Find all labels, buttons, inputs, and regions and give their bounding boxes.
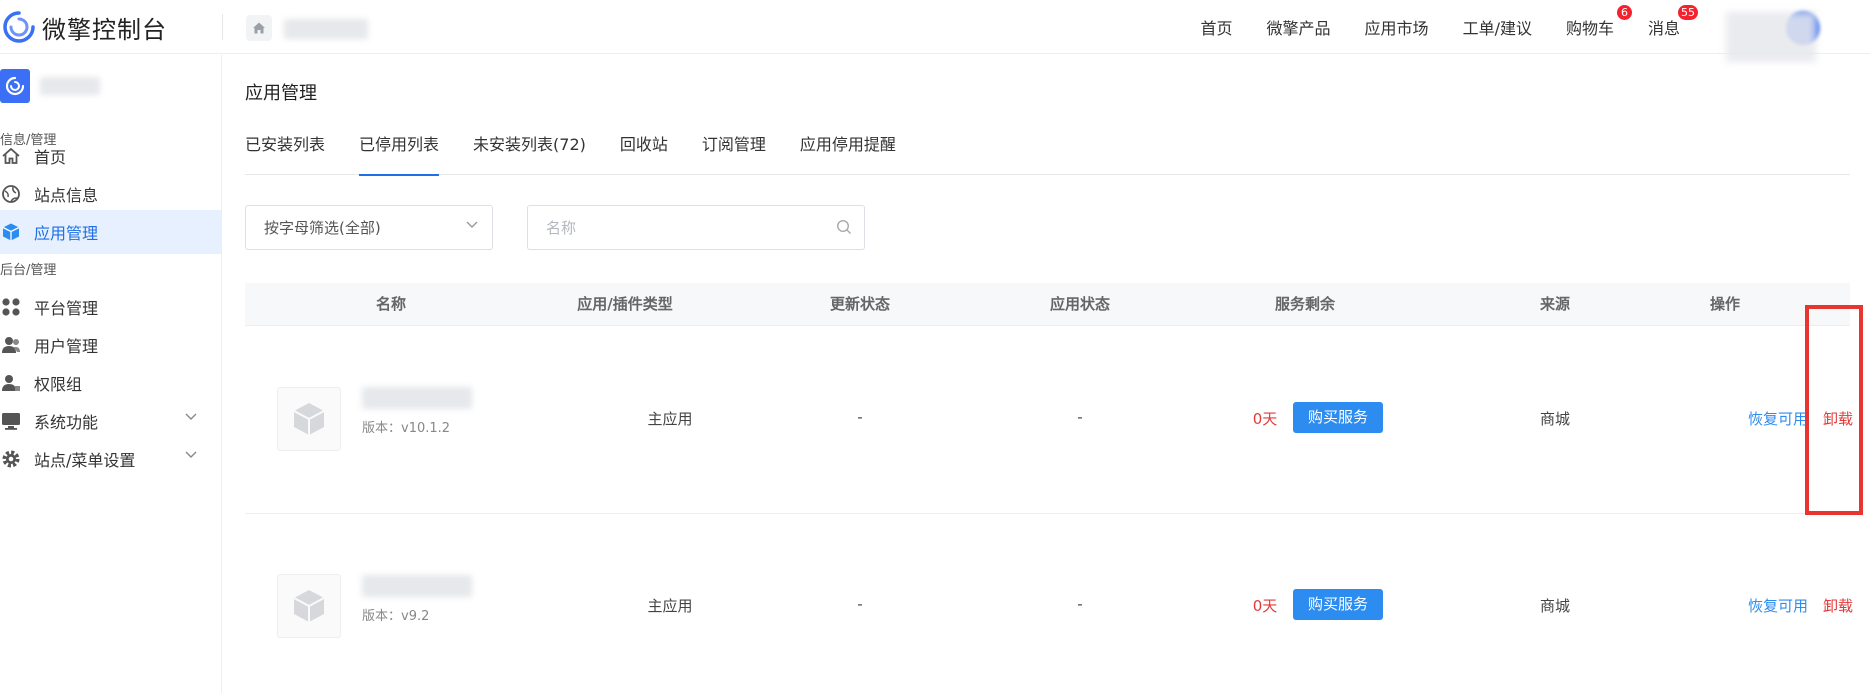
nav-tickets[interactable]: 工单/建议	[1463, 15, 1532, 39]
user-key-icon	[0, 372, 22, 394]
update-status: -	[857, 408, 863, 426]
nav-messages[interactable]: 消息 55	[1647, 5, 1698, 39]
grid-icon	[0, 296, 22, 318]
users-icon	[0, 334, 22, 356]
name-search	[527, 205, 865, 250]
blurred-site-title	[40, 77, 100, 95]
app-type: 主应用	[647, 410, 693, 428]
cube-icon	[293, 403, 325, 435]
sidebar-item-label: 系统功能	[34, 413, 99, 432]
search-input[interactable]	[528, 206, 818, 249]
page-title: 应用管理	[245, 83, 317, 104]
gear-icon	[0, 448, 22, 470]
source: 商城	[1539, 410, 1570, 428]
sidebar-item-label: 用户管理	[34, 337, 99, 356]
home-shortcut[interactable]	[246, 15, 272, 41]
sidebar-item-site-menu-settings[interactable]: 站点/菜单设置	[0, 437, 221, 481]
nav-messages-label: 消息	[1647, 19, 1680, 38]
cube-icon	[293, 590, 325, 622]
tab-subscriptions[interactable]: 订阅管理	[702, 129, 766, 175]
app-thumbnail	[277, 387, 341, 451]
sidebar-item-app-management[interactable]: 应用管理	[0, 210, 221, 254]
column-header-name: 名称	[375, 295, 406, 313]
app-status: -	[1077, 408, 1083, 426]
letter-filter-select[interactable]: 按字母筛选(全部)	[245, 205, 493, 250]
nav-tickets-label: 工单/建议	[1462, 19, 1532, 38]
tab-recycle-bin[interactable]: 回收站	[620, 129, 668, 175]
sidebar-item-label: 首页	[34, 148, 67, 167]
app-thumbnail	[277, 574, 341, 638]
column-header-update-status: 更新状态	[829, 295, 890, 313]
tab-bar: 已安装列表 已停用列表 未安装列表(72) 回收站 订阅管理 应用停用提醒	[245, 129, 1850, 176]
monitor-icon	[0, 410, 22, 432]
messages-badge: 55	[1678, 5, 1698, 20]
nav-home[interactable]: 首页	[1201, 15, 1233, 39]
table-row: 版本：v10.1.2 主应用 - - 0天 购买服务 商城 恢复可用 卸载	[245, 327, 1853, 514]
site-switcher[interactable]	[0, 69, 100, 103]
tab-disabled[interactable]: 已停用列表	[359, 129, 440, 176]
nav-home-label: 首页	[1200, 19, 1233, 38]
main-content: 应用管理 已安装列表 已停用列表 未安装列表(72) 回收站 订阅管理 应用停用…	[245, 55, 1853, 693]
sidebar-item-label: 平台管理	[34, 299, 99, 318]
cart-badge: 6	[1616, 5, 1632, 20]
nav-products-label: 微擎产品	[1266, 19, 1331, 38]
column-header-actions: 操作	[1709, 295, 1740, 313]
tab-uninstalled[interactable]: 未安装列表(72)	[473, 129, 586, 175]
sidebar-item-label: 应用管理	[34, 224, 99, 243]
tab-disable-reminder[interactable]: 应用停用提醒	[800, 129, 896, 175]
app-version: 版本：v9.2	[362, 609, 430, 624]
column-header-source: 来源	[1539, 295, 1570, 313]
column-header-remaining: 服务剩余	[1274, 295, 1335, 313]
buy-service-button[interactable]: 购买服务	[1293, 402, 1383, 433]
chevron-down-icon	[466, 221, 478, 228]
table-row: 版本：v9.2 主应用 - - 0天 购买服务 商城 恢复可用 卸载	[245, 515, 1853, 693]
letter-filter-value: 按字母筛选(全部)	[264, 219, 381, 237]
restore-button[interactable]: 恢复可用	[1733, 595, 1823, 616]
top-header: 微擎控制台 首页 微擎产品 应用市场 工单/建议 购物车 6 消息 55	[0, 0, 1870, 62]
buy-service-button[interactable]: 购买服务	[1293, 589, 1383, 620]
sidebar-item-label: 权限组	[34, 375, 83, 394]
update-status: -	[857, 595, 863, 613]
service-remaining: 0天	[1252, 410, 1278, 428]
service-remaining: 0天	[1252, 597, 1278, 615]
sidebar-group-admin: 后台/管理	[0, 263, 57, 278]
site-logo-icon	[0, 69, 30, 103]
nav-market[interactable]: 应用市场	[1365, 15, 1429, 39]
sidebar-item-label: 站点/菜单设置	[34, 451, 136, 470]
sidebar: 信息/管理 首页 站点信息 应用管理 后台/管理 平台管理 用户管理 权限组 系…	[0, 55, 222, 693]
logo-text: 微擎控制台	[42, 15, 167, 44]
table-header: 名称 应用/插件类型 更新状态 应用状态 服务剩余 来源 操作	[245, 283, 1850, 326]
source: 商城	[1539, 597, 1570, 615]
blurred-app-name	[362, 387, 472, 409]
header-divider	[222, 14, 223, 40]
logo-icon	[3, 11, 35, 43]
column-header-app-status: 应用状态	[1049, 295, 1110, 313]
nav-market-label: 应用市场	[1364, 19, 1429, 38]
annotation-highlight-box	[1805, 305, 1863, 515]
tab-installed[interactable]: 已安装列表	[245, 129, 325, 175]
top-nav: 首页 微擎产品 应用市场 工单/建议 购物车 6 消息 55	[1167, 0, 1698, 54]
globe-icon	[0, 183, 22, 205]
app-version: 版本：v10.1.2	[362, 421, 451, 436]
nav-products[interactable]: 微擎产品	[1267, 15, 1331, 39]
cube-icon	[0, 221, 22, 243]
nav-cart-label: 购物车	[1565, 19, 1614, 38]
uninstall-button[interactable]: 卸载	[1813, 595, 1863, 616]
logo[interactable]: 微擎控制台	[0, 8, 167, 46]
home-icon	[0, 145, 22, 167]
chevron-down-icon	[185, 451, 197, 458]
app-type: 主应用	[647, 597, 693, 615]
app-status: -	[1077, 595, 1083, 613]
chevron-down-icon	[185, 413, 197, 420]
home-icon	[253, 22, 265, 34]
nav-cart[interactable]: 购物车 6	[1565, 5, 1632, 39]
search-icon[interactable]	[836, 219, 852, 235]
column-header-type: 应用/插件类型	[577, 295, 673, 313]
blurred-app-name	[362, 575, 472, 597]
sidebar-item-label: 站点信息	[34, 186, 99, 205]
blurred-site-name	[284, 19, 368, 39]
